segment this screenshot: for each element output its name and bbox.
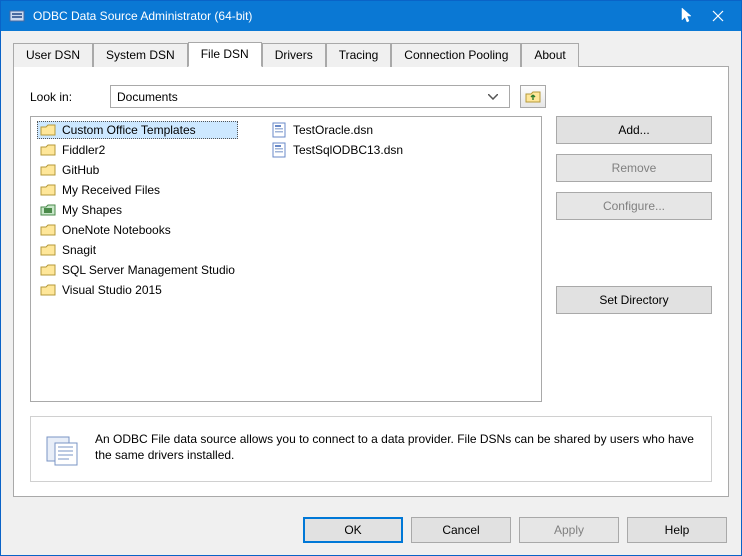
dialog-footer: OK Cancel Apply Help	[1, 505, 741, 555]
tab-file-dsn[interactable]: File DSN	[188, 42, 262, 67]
apply-button[interactable]: Apply	[519, 517, 619, 543]
lookin-row: Look in: Documents	[30, 85, 712, 108]
list-item[interactable]: My Shapes	[37, 201, 238, 219]
main-row: Custom Office Templates Fiddler2 GitHub …	[30, 116, 712, 402]
folder-up-button[interactable]	[520, 85, 546, 108]
file-dsn-panel: Look in: Documents	[13, 66, 729, 497]
button-label: Cancel	[442, 523, 479, 537]
titlebar: ODBC Data Source Administrator (64-bit)	[1, 1, 741, 31]
button-label: Apply	[554, 523, 584, 537]
set-directory-button[interactable]: Set Directory	[556, 286, 712, 314]
tab-label: System DSN	[106, 48, 175, 62]
tab-label: Drivers	[275, 48, 313, 62]
folder-icon	[40, 262, 56, 278]
item-label: Custom Office Templates	[62, 123, 196, 137]
add-button[interactable]: Add...	[556, 116, 712, 144]
tab-drivers[interactable]: Drivers	[262, 43, 326, 67]
button-label: Remove	[612, 161, 657, 175]
list-item[interactable]: SQL Server Management Studio	[37, 261, 238, 279]
folder-icon	[40, 222, 56, 238]
info-icon	[45, 431, 81, 467]
item-label: TestOracle.dsn	[293, 123, 373, 137]
folder-icon	[40, 122, 56, 138]
tab-tracing[interactable]: Tracing	[326, 43, 392, 67]
item-label: My Received Files	[62, 183, 160, 197]
list-item[interactable]: Visual Studio 2015	[37, 281, 238, 299]
list-item[interactable]: GitHub	[37, 161, 238, 179]
side-buttons: Add... Remove Configure... Set Directory	[556, 116, 712, 402]
client-area: User DSN System DSN File DSN Drivers Tra…	[1, 31, 741, 505]
list-item[interactable]: TestOracle.dsn	[268, 121, 406, 139]
folder-icon	[40, 242, 56, 258]
folder-column: Custom Office Templates Fiddler2 GitHub …	[37, 121, 238, 299]
chevron-down-icon	[488, 94, 505, 100]
ok-button[interactable]: OK	[303, 517, 403, 543]
folder-icon	[40, 142, 56, 158]
folder-icon	[40, 202, 56, 218]
dsn-file-icon	[271, 142, 287, 158]
item-label: Fiddler2	[62, 143, 105, 157]
cursor-icon	[681, 7, 695, 25]
tab-label: About	[534, 48, 565, 62]
button-label: Help	[665, 523, 690, 537]
item-label: My Shapes	[62, 203, 122, 217]
app-icon	[9, 8, 25, 24]
list-item[interactable]: Fiddler2	[37, 141, 238, 159]
item-label: Snagit	[62, 243, 96, 257]
tab-label: File DSN	[201, 47, 249, 61]
window-title: ODBC Data Source Administrator (64-bit)	[33, 9, 677, 23]
cancel-button[interactable]: Cancel	[411, 517, 511, 543]
remove-button[interactable]: Remove	[556, 154, 712, 182]
list-item[interactable]: OneNote Notebooks	[37, 221, 238, 239]
tab-connection-pooling[interactable]: Connection Pooling	[391, 43, 521, 67]
file-column: TestOracle.dsn TestSqlODBC13.dsn	[268, 121, 406, 299]
tab-user-dsn[interactable]: User DSN	[13, 43, 93, 67]
odbc-admin-window: ODBC Data Source Administrator (64-bit) …	[0, 0, 742, 556]
list-item[interactable]: TestSqlODBC13.dsn	[268, 141, 406, 159]
tab-label: Tracing	[339, 48, 379, 62]
tab-system-dsn[interactable]: System DSN	[93, 43, 188, 67]
lookin-label: Look in:	[30, 90, 100, 104]
folder-icon	[40, 162, 56, 178]
list-item[interactable]: Snagit	[37, 241, 238, 259]
file-listbox[interactable]: Custom Office Templates Fiddler2 GitHub …	[30, 116, 542, 402]
tab-about[interactable]: About	[521, 43, 578, 67]
help-button[interactable]: Help	[627, 517, 727, 543]
item-label: SQL Server Management Studio	[62, 263, 235, 277]
info-text: An ODBC File data source allows you to c…	[95, 431, 697, 463]
item-label: TestSqlODBC13.dsn	[293, 143, 403, 157]
item-label: GitHub	[62, 163, 99, 177]
button-label: OK	[344, 523, 361, 537]
lookin-combo[interactable]: Documents	[110, 85, 510, 108]
dsn-file-icon	[271, 122, 287, 138]
list-item[interactable]: My Received Files	[37, 181, 238, 199]
item-label: Visual Studio 2015	[62, 283, 162, 297]
button-label: Add...	[618, 123, 649, 137]
folder-icon	[40, 282, 56, 298]
configure-button[interactable]: Configure...	[556, 192, 712, 220]
tab-label: User DSN	[26, 48, 80, 62]
lookin-value: Documents	[117, 90, 488, 104]
button-label: Set Directory	[599, 293, 668, 307]
list-item[interactable]: Custom Office Templates	[37, 121, 238, 139]
item-label: OneNote Notebooks	[62, 223, 171, 237]
close-button[interactable]	[695, 1, 741, 31]
tab-label: Connection Pooling	[404, 48, 508, 62]
button-label: Configure...	[603, 199, 665, 213]
tab-strip: User DSN System DSN File DSN Drivers Tra…	[13, 41, 729, 66]
folder-icon	[40, 182, 56, 198]
info-panel: An ODBC File data source allows you to c…	[30, 416, 712, 482]
